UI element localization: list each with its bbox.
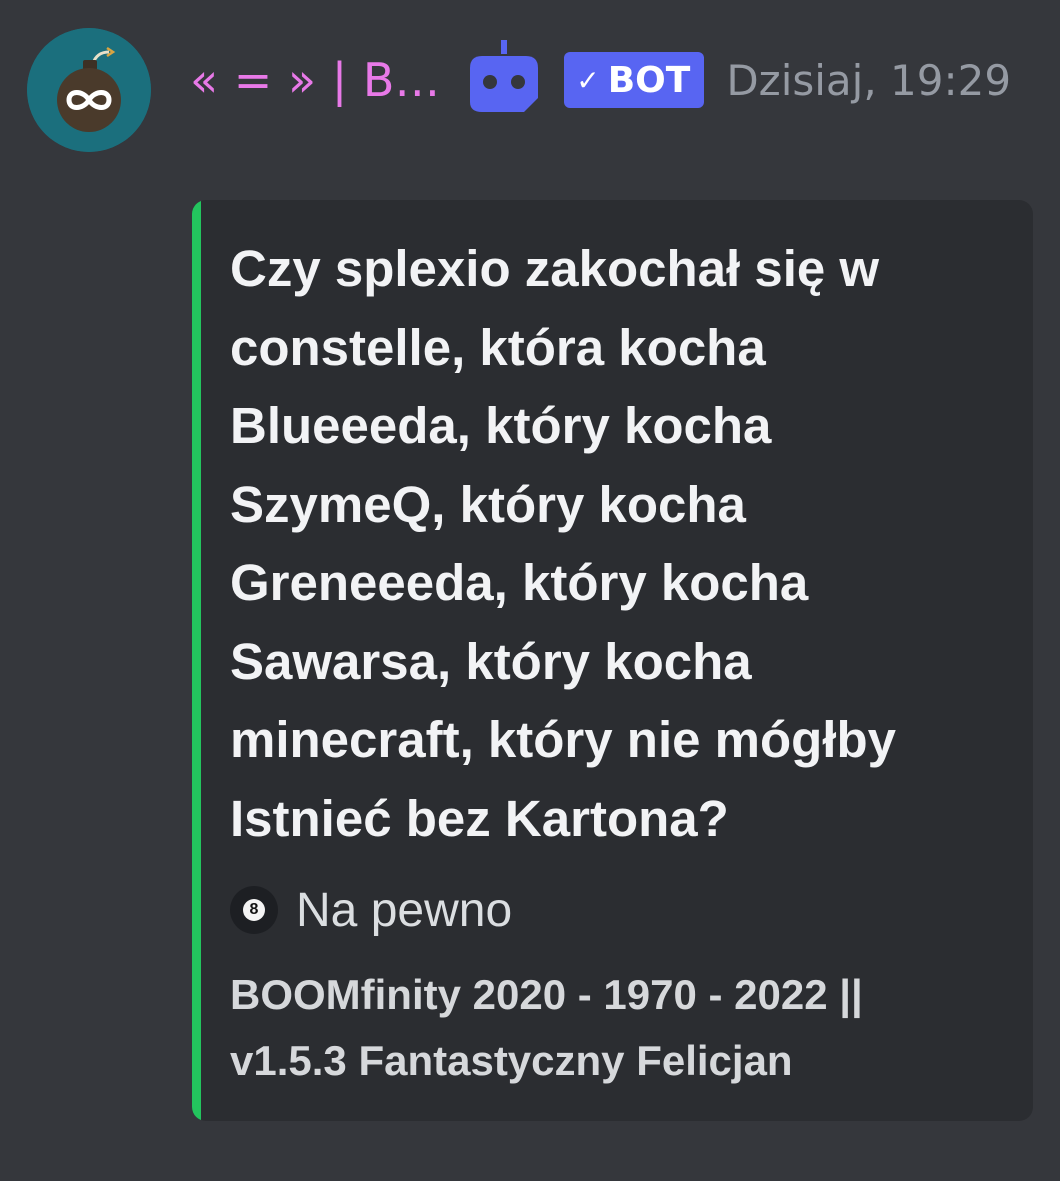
avatar[interactable] (27, 28, 151, 152)
message-header: « = » | B... ✓ BOT Dzisiaj, 19:29 (190, 40, 1011, 116)
chat-message: « = » | B... ✓ BOT Dzisiaj, 19:29 Czy sp… (0, 0, 1060, 1181)
embed-title: Czy splexio zakochał się w constelle, kt… (230, 240, 896, 847)
robot-icon (464, 38, 544, 118)
bot-badge: ✓ BOT (564, 52, 705, 108)
verified-check-icon: ✓ (576, 63, 600, 97)
username[interactable]: « = » | B... (190, 53, 440, 107)
embed-accent-bar (192, 200, 201, 1121)
bot-badge-label: BOT (607, 59, 691, 101)
embed: Czy splexio zakochał się w constelle, kt… (192, 200, 1033, 1121)
eight-ball-icon: 8 (230, 886, 278, 934)
embed-footer: BOOMfinity 2020 - 1970 - 2022 || v1.5.3 … (230, 971, 863, 1084)
bomb-infinity-icon (27, 28, 151, 152)
timestamp[interactable]: Dzisiaj, 19:29 (726, 56, 1011, 105)
embed-field: 8 Na pewno (230, 880, 512, 940)
embed-field-value: Na pewno (296, 883, 513, 937)
